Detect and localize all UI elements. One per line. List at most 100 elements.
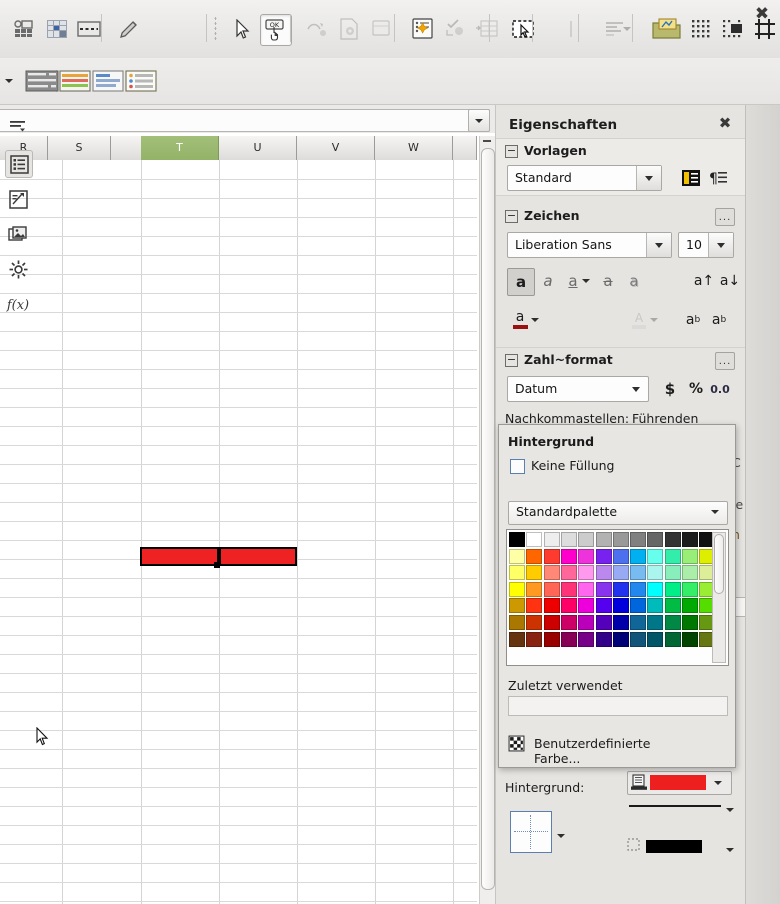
color-swatch[interactable] (526, 615, 542, 630)
color-swatch[interactable] (665, 615, 681, 630)
color-swatch[interactable] (647, 532, 663, 547)
color-swatch[interactable] (509, 582, 525, 597)
color-swatch[interactable] (526, 582, 542, 597)
color-swatch[interactable] (544, 632, 560, 647)
color-swatch[interactable] (682, 598, 698, 613)
number-format-more-options-button[interactable]: ··· (715, 352, 735, 370)
swatch-scroll-thumb[interactable] (714, 534, 724, 594)
subscript-button[interactable]: ab (706, 307, 732, 333)
color-swatch[interactable] (561, 598, 577, 613)
color-swatch[interactable] (561, 582, 577, 597)
select-object-icon[interactable] (508, 14, 538, 44)
column-header-T[interactable]: T (141, 136, 219, 160)
form-properties-icon[interactable] (334, 14, 364, 44)
color-swatch[interactable] (578, 549, 594, 564)
color-swatch[interactable] (647, 582, 663, 597)
navigator-panel-icon[interactable] (5, 256, 31, 282)
color-swatch[interactable] (561, 565, 577, 580)
font-size-combo[interactable]: 10 (678, 232, 734, 258)
color-swatch[interactable] (526, 532, 542, 547)
update-style-icon[interactable] (678, 165, 704, 191)
open-in-design-icon[interactable] (650, 14, 684, 44)
paragraph-style-dropdown[interactable] (636, 166, 661, 190)
line-color-swatch[interactable] (646, 840, 702, 853)
selection-anchor-handle[interactable] (214, 562, 220, 568)
insert-pivot-table-icon[interactable] (10, 14, 40, 44)
color-swatch[interactable] (596, 598, 612, 613)
font-name-combo[interactable]: Liberation Sans (507, 232, 672, 258)
control-properties-icon[interactable] (366, 14, 396, 44)
percent-format-button[interactable]: % (683, 376, 709, 402)
color-swatch[interactable] (596, 549, 612, 564)
color-swatch[interactable] (647, 565, 663, 580)
currency-format-button[interactable]: $ (657, 376, 683, 402)
functions-panel-icon[interactable]: f(x) (5, 292, 31, 318)
color-swatch[interactable] (561, 532, 577, 547)
collapse-icon[interactable]: − (505, 210, 518, 223)
color-swatch[interactable] (509, 565, 525, 580)
color-swatch[interactable] (665, 598, 681, 613)
color-swatch[interactable] (561, 615, 577, 630)
strikethrough-button[interactable]: a (595, 268, 621, 294)
color-swatch[interactable] (647, 632, 663, 647)
recent-colors-box[interactable] (508, 696, 728, 716)
edit-mode-icon[interactable] (114, 14, 144, 44)
toolbar-drag-handle[interactable] (214, 16, 217, 42)
activation-order-icon[interactable] (440, 14, 470, 44)
sidebar-close-button[interactable]: ✖ (716, 114, 734, 132)
control-wizard-icon[interactable] (302, 14, 332, 44)
insert-chart-icon[interactable] (42, 14, 72, 44)
select-arrow-icon[interactable] (228, 14, 258, 44)
superscript-button[interactable]: ab (680, 307, 706, 333)
column-header-W[interactable]: W (375, 136, 453, 160)
column-header-U[interactable]: U (219, 136, 297, 160)
helplines-icon[interactable] (750, 14, 780, 44)
sidebar-settings-icon[interactable] (5, 113, 31, 139)
scroll-up-button[interactable] (481, 137, 493, 145)
color-swatch[interactable] (526, 565, 542, 580)
group-box-icon[interactable] (91, 68, 125, 94)
number-format-button[interactable]: 0.0 (707, 376, 733, 402)
color-swatch[interactable] (682, 565, 698, 580)
color-swatch[interactable] (578, 632, 594, 647)
selected-cell[interactable] (140, 547, 219, 566)
color-swatch[interactable] (613, 532, 629, 547)
cell-border-dropdown[interactable] (554, 823, 568, 849)
color-swatch[interactable] (509, 615, 525, 630)
color-swatch[interactable] (682, 632, 698, 647)
color-swatch[interactable] (526, 632, 542, 647)
more-controls-icon[interactable] (556, 14, 586, 44)
color-swatch[interactable] (682, 582, 698, 597)
italic-button[interactable]: a (535, 268, 561, 294)
bold-button[interactable]: a (507, 268, 535, 296)
color-swatch[interactable] (596, 532, 612, 547)
palette-select[interactable]: Standardpalette (508, 501, 728, 525)
snap-to-grid-icon[interactable] (718, 14, 748, 44)
swatch-scrollbar[interactable] (712, 532, 726, 663)
font-name-dropdown[interactable] (646, 233, 671, 257)
color-swatch[interactable] (544, 615, 560, 630)
list-box-icon[interactable] (24, 68, 60, 94)
color-swatch[interactable] (526, 598, 542, 613)
character-more-options-button[interactable]: ··· (715, 208, 735, 226)
color-swatch[interactable] (596, 615, 612, 630)
color-swatch[interactable] (596, 632, 612, 647)
color-swatch[interactable] (630, 565, 646, 580)
color-swatch[interactable] (578, 598, 594, 613)
color-swatch[interactable] (647, 615, 663, 630)
line-color-dropdown[interactable] (723, 837, 737, 863)
color-swatch[interactable] (561, 549, 577, 564)
highlight-color-dropdown[interactable] (648, 307, 660, 333)
color-swatch[interactable] (665, 632, 681, 647)
number-format-section-header[interactable]: −Zahl~format (505, 350, 613, 370)
font-size-dropdown[interactable] (708, 233, 733, 257)
new-style-icon[interactable]: ¶ (706, 165, 732, 191)
collapse-icon[interactable]: − (505, 354, 518, 367)
color-swatch[interactable] (509, 598, 525, 613)
column-header-blank[interactable] (453, 136, 477, 160)
collapse-icon[interactable]: − (505, 145, 518, 158)
number-format-dropdown[interactable] (624, 377, 648, 401)
color-swatch-area[interactable] (506, 529, 729, 666)
color-swatch[interactable] (665, 582, 681, 597)
color-swatch[interactable] (613, 565, 629, 580)
